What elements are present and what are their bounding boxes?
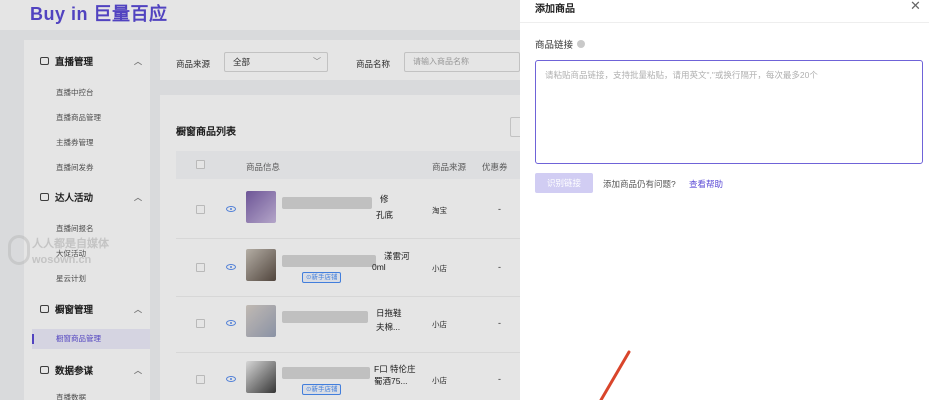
microphone-icon [8,235,30,265]
annotation-arrow-icon [599,350,631,400]
modal-backdrop[interactable] [0,0,520,400]
view-help-link[interactable]: 查看帮助 [689,178,723,190]
watermark: 人人都是自媒体 wosown.cn [32,236,109,268]
identify-link-button[interactable]: 识别链接 [535,173,593,193]
field-label: 商品链接 [535,37,586,51]
add-product-drawer: 添加商品 ✕ 商品链接 识别链接 添加商品仍有问题? 查看帮助 [520,0,929,400]
help-icon[interactable] [577,40,586,48]
watermark-line: 人人都是自媒体 [32,238,109,250]
divider [520,22,929,23]
help-question: 添加商品仍有问题? [603,179,676,189]
product-link-label: 商品链接 [535,40,574,51]
close-icon[interactable]: ✕ [910,0,921,14]
product-link-textarea[interactable] [535,60,923,164]
drawer-title: 添加商品 [535,4,575,15]
watermark-line: wosown.cn [32,254,92,266]
